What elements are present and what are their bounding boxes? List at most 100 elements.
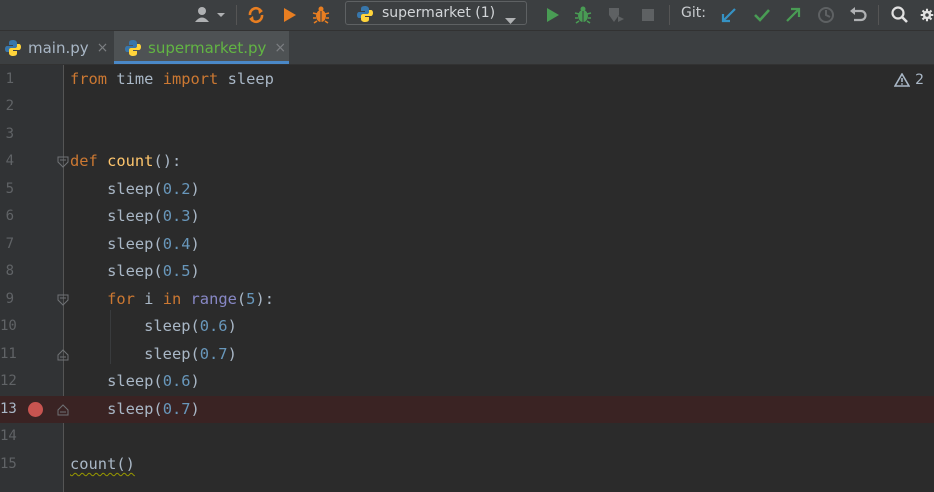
line-number: 8 (5, 263, 14, 279)
python-icon (356, 5, 374, 27)
code-text: sleep(0.7) (70, 341, 237, 368)
code-text: sleep(0.3) (70, 203, 200, 230)
keyword: def (70, 152, 98, 170)
toolbar-separator (669, 5, 670, 25)
git-update-icon[interactable] (718, 4, 740, 26)
tab-label: main.py (28, 38, 89, 57)
number-literal: 0.6 (162, 372, 191, 390)
number-literal: 0.2 (162, 180, 191, 198)
code-line: 7 sleep(0.4) (0, 231, 934, 258)
punctuation: ) (190, 400, 200, 418)
git-push-icon[interactable] (782, 4, 804, 26)
run-icon[interactable] (541, 4, 563, 26)
code-text: for i in range(5): (70, 286, 274, 313)
call-text: sleep( (107, 180, 163, 198)
debug-orange-icon[interactable] (310, 4, 332, 26)
code-line: 6 sleep(0.3) (0, 203, 934, 230)
line-number: 10 (0, 318, 17, 334)
punctuation: ( (236, 290, 247, 308)
line-number: 6 (5, 208, 14, 224)
tab-label: supermarket.py (148, 38, 267, 57)
call-text: sleep( (107, 235, 163, 253)
close-icon[interactable]: × (97, 40, 109, 56)
punctuation: ) (190, 207, 200, 225)
coverage-icon[interactable] (605, 4, 627, 26)
fold-icon[interactable] (57, 294, 69, 306)
call-text: sleep( (107, 207, 163, 225)
line-number: 14 (0, 428, 17, 444)
fold-end-icon[interactable] (57, 404, 69, 416)
code-line: 11 sleep(0.7) (0, 341, 934, 368)
line-number: 9 (5, 291, 14, 307)
gear-icon[interactable] (920, 4, 934, 26)
fold-end-icon[interactable] (57, 349, 69, 361)
code-line: 15 count() (0, 451, 934, 478)
line-number: 4 (5, 153, 14, 169)
keyword: from (70, 70, 108, 88)
code-editor[interactable]: 2 1 from time import sleep 2 3 4 def cou… (0, 65, 934, 492)
call-text: sleep( (144, 317, 200, 335)
loop-variable: i (134, 290, 163, 308)
punctuation: ) (190, 372, 200, 390)
code-text: sleep(0.4) (70, 231, 200, 258)
code-text: count() (70, 451, 135, 478)
breakpoint-line: 13 sleep(0.7) (0, 396, 934, 423)
module-name: time (107, 70, 163, 88)
code-line: 12 sleep(0.6) (0, 368, 934, 395)
code-line: 14 (0, 423, 934, 450)
function-name: count (107, 152, 154, 170)
run-orange-icon[interactable] (278, 4, 300, 26)
keyword: for (107, 290, 135, 308)
punctuation: ) (227, 317, 237, 335)
python-file-icon (4, 39, 22, 57)
code-line: 8 sleep(0.5) (0, 258, 934, 285)
line-number: 1 (5, 71, 14, 87)
punctuation: ) (190, 180, 200, 198)
number-literal: 0.7 (162, 400, 191, 418)
code-text: sleep(0.2) (70, 176, 200, 203)
code-line: 2 (0, 93, 934, 120)
tab-supermarket-py[interactable]: supermarket.py × (114, 31, 289, 64)
chevron-down-icon (505, 10, 516, 29)
line-number: 2 (5, 98, 14, 114)
stop-icon[interactable] (637, 4, 659, 26)
punctuation: ) (190, 235, 200, 253)
code-line: 3 (0, 121, 934, 148)
user-icon[interactable] (192, 4, 228, 26)
call-text: sleep( (144, 345, 200, 363)
number-literal: 0.7 (199, 345, 228, 363)
run-configuration-label: supermarket (1) (382, 5, 496, 21)
run-configuration-select[interactable]: supermarket (1) (345, 1, 527, 25)
line-number: 5 (5, 181, 14, 197)
git-label: Git: (681, 5, 706, 21)
code-line: 4 def count(): (0, 148, 934, 175)
call-text: sleep( (107, 400, 163, 418)
keyword: import (162, 70, 219, 88)
code-text: sleep(0.7) (70, 396, 200, 423)
fold-icon[interactable] (57, 156, 69, 168)
line-number: 15 (0, 456, 17, 472)
python-file-icon (124, 39, 142, 57)
git-commit-icon[interactable] (751, 4, 773, 26)
number-literal: 0.5 (162, 262, 191, 280)
debug-icon[interactable] (572, 4, 594, 26)
history-icon[interactable] (815, 4, 837, 26)
toolbar-separator (236, 5, 237, 25)
rerun-icon[interactable] (245, 4, 267, 26)
close-icon[interactable]: × (274, 40, 286, 56)
breakpoint-icon[interactable] (28, 402, 43, 417)
code-line: 1 from time import sleep (0, 66, 934, 93)
call-text: sleep( (107, 372, 163, 390)
rollback-icon[interactable] (847, 4, 869, 26)
punctuation: ) (190, 262, 200, 280)
line-number: 3 (5, 126, 14, 142)
import-name: sleep (218, 70, 274, 88)
search-icon[interactable] (889, 4, 911, 26)
code-line: 5 sleep(0.2) (0, 176, 934, 203)
code-text: sleep(0.5) (70, 258, 200, 285)
code-text: from time import sleep (70, 66, 274, 93)
code-text: sleep(0.6) (70, 313, 237, 340)
tab-main-py[interactable]: main.py × (0, 31, 110, 64)
keyword: in (162, 290, 182, 308)
